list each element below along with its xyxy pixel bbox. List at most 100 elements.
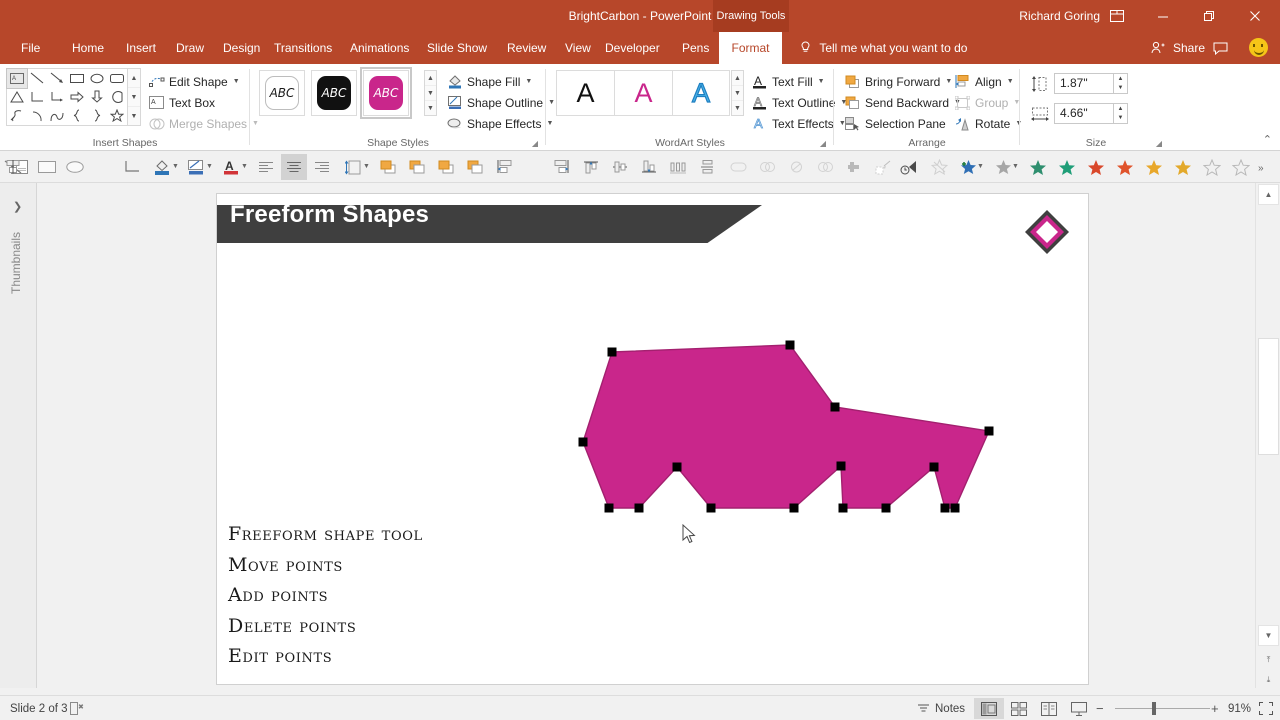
wordart-more[interactable]: ▼ [732, 101, 743, 115]
shape-height-spinner[interactable]: ▲ ▼ [1114, 73, 1128, 94]
shape-height-value[interactable]: 1.87" [1054, 73, 1114, 94]
edit-point-handle[interactable] [836, 461, 846, 471]
edit-point-handle[interactable] [607, 347, 617, 357]
star-grey-caret-icon[interactable]: ▼ [1012, 163, 1019, 170]
chevron-down-icon[interactable]: ▼ [233, 78, 240, 85]
star-outline-1-button[interactable] [1199, 154, 1225, 180]
size-dialog-launcher[interactable]: ◢ [1156, 139, 1162, 148]
rectangle-tool-button[interactable] [34, 154, 60, 180]
shape-right-brace[interactable] [87, 106, 107, 125]
shape-textbox[interactable]: A [6, 68, 28, 89]
scroll-down-button[interactable]: ▼ [1258, 625, 1279, 646]
align-center-horizontally-button[interactable] [0, 154, 26, 180]
comment-icon[interactable] [1206, 32, 1234, 64]
scroll-up-button[interactable]: ▲ [1258, 184, 1279, 205]
text-fill-button[interactable]: A Text Fill ▼ [751, 71, 825, 92]
chevron-down-icon[interactable]: ▼ [525, 78, 532, 85]
restore-button[interactable] [1186, 0, 1232, 32]
shape-arrow[interactable] [47, 69, 67, 88]
shape-width-value[interactable]: 4.66" [1054, 103, 1114, 124]
chevron-down-icon[interactable]: ▼ [1007, 78, 1014, 85]
share-button[interactable]: Share [1151, 32, 1205, 64]
bring-forward-button[interactable]: Bring Forward ▼ [844, 71, 952, 92]
edit-point-handle[interactable] [984, 426, 994, 436]
star-amber-button[interactable] [1141, 154, 1167, 180]
slide-show-button[interactable] [1064, 698, 1094, 719]
shape-star[interactable] [107, 106, 127, 125]
bullet-list[interactable]: Freeform shape tool Move points Add poin… [228, 519, 423, 672]
shape-width-spinner[interactable]: ▲ ▼ [1114, 103, 1128, 124]
star-add-caret-icon[interactable]: ▼ [977, 163, 984, 170]
shape-elbow-arrow-connector[interactable] [47, 88, 67, 107]
distribute-vertically-button[interactable] [694, 154, 720, 180]
edit-shape-button[interactable]: Edit Shape ▼ [148, 71, 240, 92]
tab-slide-show[interactable]: Slide Show [418, 32, 496, 64]
align-middle-button[interactable] [607, 154, 633, 180]
elbow-connector-tool-button[interactable] [119, 154, 145, 180]
shape-styles-scroll-down[interactable]: ▼ [425, 86, 436, 101]
star-outline-2-button[interactable] [1228, 154, 1254, 180]
shapes-gallery-scroll[interactable]: ▲ ▼ ▼ [128, 68, 141, 126]
spin-down[interactable]: ▼ [1114, 84, 1127, 94]
spin-up[interactable]: ▲ [1114, 74, 1127, 84]
shapes-gallery-scroll-down[interactable]: ▼ [128, 88, 140, 107]
shape-styles-gallery[interactable]: ABC ABC ABC [259, 67, 412, 119]
font-color-caret-icon[interactable]: ▼ [241, 163, 248, 170]
shape-curve[interactable] [47, 106, 67, 125]
zoom-level-label[interactable]: 91% [1228, 696, 1251, 720]
shape-rounded-rectangle[interactable] [107, 69, 127, 88]
chevron-down-icon[interactable]: ▼ [818, 78, 825, 85]
wordart-dialog-launcher[interactable]: ◢ [820, 139, 826, 148]
shape-elbow-connector[interactable] [27, 88, 47, 107]
rotate-button[interactable]: Rotate ▼ [954, 113, 1022, 134]
ribbon-display-options-icon[interactable] [1094, 0, 1140, 32]
send-to-back-button[interactable] [404, 154, 430, 180]
align-left-edges-button[interactable] [491, 154, 517, 180]
align-left-button[interactable] [253, 154, 279, 180]
tell-me-search[interactable]: Tell me what you want to do [800, 32, 967, 64]
tab-insert[interactable]: Insert [117, 32, 165, 64]
tab-review[interactable]: Review [498, 32, 555, 64]
tab-format[interactable]: Format [719, 32, 782, 64]
star-teal-button[interactable] [1025, 154, 1051, 180]
edit-point-handle[interactable] [950, 503, 960, 513]
shape-left-brace[interactable] [67, 106, 87, 125]
wordart-styles-scroll[interactable]: ▲ ▼ ▼ [731, 70, 744, 116]
zoom-out-button[interactable]: − [1096, 696, 1104, 720]
edit-point-handle[interactable] [785, 340, 795, 350]
smiley-face-icon[interactable] [1249, 38, 1268, 57]
tab-transitions[interactable]: Transitions [265, 32, 341, 64]
vertical-scrollbar[interactable]: ▲ ▼ ⤒ ⤓ [1255, 183, 1280, 688]
previous-slide-button[interactable]: ⤒ [1258, 649, 1279, 670]
edit-point-handle[interactable] [706, 503, 716, 513]
shapes-gallery[interactable]: A [6, 68, 128, 126]
spin-up[interactable]: ▲ [1114, 104, 1127, 114]
oval-tool-button[interactable] [62, 154, 88, 180]
wordart-scroll-up[interactable]: ▲ [732, 71, 743, 86]
tab-file[interactable]: File [12, 32, 50, 64]
zoom-slider-knob[interactable] [1152, 702, 1156, 715]
line-spacing-caret-icon[interactable]: ▼ [363, 163, 370, 170]
close-button[interactable] [1232, 0, 1278, 32]
wordart-style-black[interactable]: A [556, 70, 614, 116]
fill-color-caret-icon[interactable]: ▼ [172, 163, 179, 170]
send-backward-button[interactable]: Send Backward ▼ [844, 92, 961, 113]
edit-point-handle[interactable] [672, 462, 682, 472]
edit-point-handle[interactable] [830, 402, 840, 412]
edit-point-handle[interactable] [929, 462, 939, 472]
align-top-button[interactable] [578, 154, 604, 180]
star-red-button[interactable] [1083, 154, 1109, 180]
star-gold-button[interactable] [1170, 154, 1196, 180]
shape-width-field[interactable]: 4.66" ▲ ▼ [1030, 103, 1128, 124]
edit-point-handle[interactable] [940, 503, 950, 513]
shape-outline-button[interactable]: Shape Outline ▼ [446, 92, 555, 113]
shape-height-field[interactable]: 1.87" ▲ ▼ [1030, 73, 1128, 94]
fit-slide-icon[interactable] [1259, 696, 1273, 720]
star-none-button[interactable] [926, 154, 952, 180]
shapes-gallery-scroll-up[interactable]: ▲ [128, 69, 140, 88]
shape-styles-more[interactable]: ▼ [425, 101, 436, 115]
align-right-edges-button[interactable] [549, 154, 575, 180]
wordart-style-magenta[interactable]: A [614, 70, 672, 116]
bring-forward-button-2[interactable] [433, 154, 459, 180]
send-backward-button-2[interactable] [462, 154, 488, 180]
